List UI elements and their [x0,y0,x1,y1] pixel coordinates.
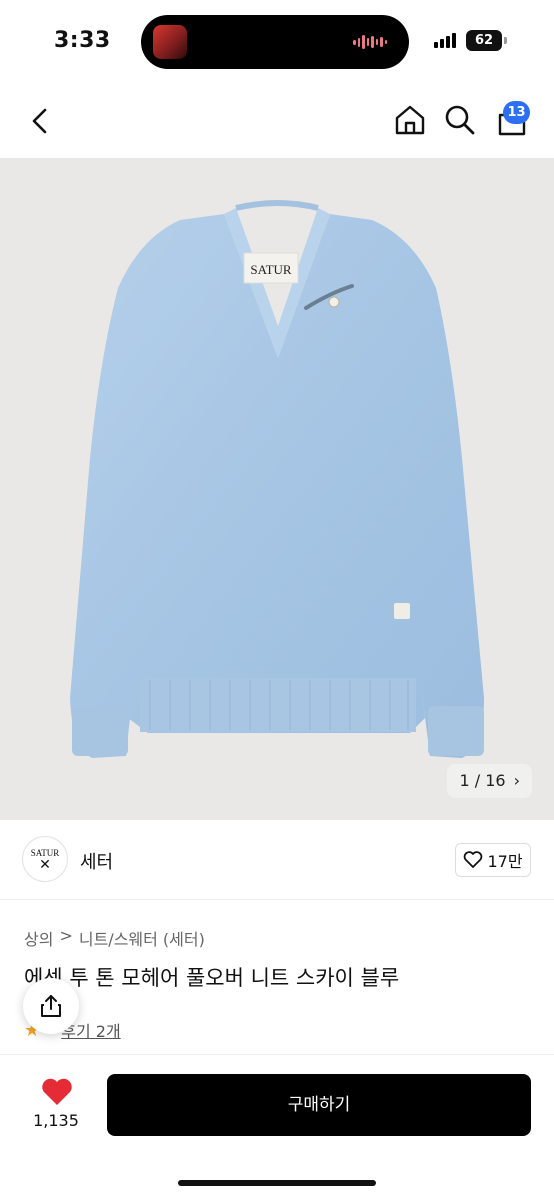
buy-button[interactable]: 구매하기 [107,1074,531,1136]
brand-like-button[interactable]: 17만 [455,843,531,877]
status-bar: 3:33 62 [0,0,554,84]
battery-indicator: 62 [466,30,507,51]
brand-row[interactable]: SATUR ✕ 세터 17만 [0,820,554,900]
now-playing-artwork [153,25,187,59]
breadcrumb-separator: > [59,926,73,945]
share-icon [41,995,61,1017]
product-image-carousel[interactable]: SATUR 1 / 16 › [0,158,554,820]
brand-like-count: 17만 [487,852,523,871]
product-photo: SATUR [70,200,484,758]
breadcrumb-item[interactable]: 상의 [24,926,53,950]
like-total: 1,135 [33,1111,79,1130]
product-title: 에센 투 톤 모헤어 풀오버 니트 스카이 블루 [24,966,400,990]
brand-logo-mark-icon: ✕ [39,858,51,873]
breadcrumb-item[interactable]: 니트/스웨터 (세터) [79,926,205,950]
breadcrumb: 상의 > 니트/스웨터 (세터) [24,926,205,950]
cellular-signal-icon [434,33,456,48]
bottom-action-bar: 1,135 구매하기 [0,1054,554,1200]
home-indicator [178,1180,376,1186]
share-button[interactable] [23,978,79,1034]
status-time: 3:33 [54,28,111,53]
chevron-right-icon: › [513,771,520,790]
brand-name[interactable]: 세터 [80,848,113,874]
image-counter[interactable]: 1 / 16 › [447,764,532,798]
search-icon[interactable] [442,102,478,138]
audio-waveform-icon [353,34,387,50]
back-chevron-icon[interactable] [24,104,58,138]
home-icon[interactable] [392,102,428,138]
image-counter-text: 1 / 16 [459,771,506,790]
heart-outline-icon [464,851,483,868]
heart-filled-icon[interactable] [40,1077,74,1107]
dynamic-island[interactable] [141,15,409,69]
brand-logo[interactable]: SATUR ✕ [22,836,68,882]
sweater-label-text: SATUR [250,262,292,277]
top-nav [0,84,554,158]
cart-count-badge: 13 [503,101,530,124]
